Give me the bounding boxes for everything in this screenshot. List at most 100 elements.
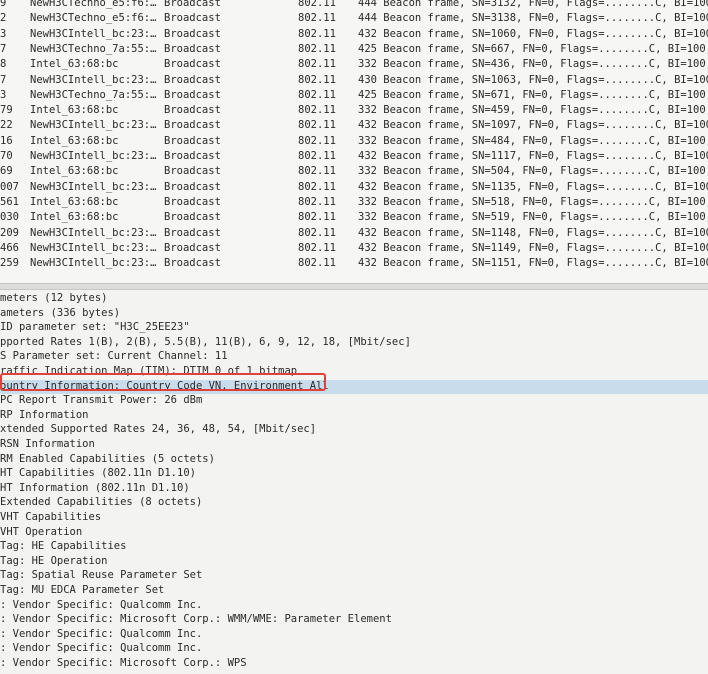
- detail-line[interactable]: RP Information: [0, 409, 89, 423]
- packet-row[interactable]: 466 NewH3CIntell_bc:23:… Broadcast 802.11 43…: [0, 241, 708, 256]
- packet-row[interactable]: 8 Intel_63:68:bc Broadcast 802.11 332 Beacon…: [0, 57, 708, 72]
- packet-source: NewH3CIntell_bc:23:…: [30, 226, 157, 239]
- packet-info: 332 Beacon frame, SN=519, FN=0, Flags=..…: [358, 211, 708, 224]
- detail-line[interactable]: : Vendor Specific: Qualcomm Inc.: [0, 628, 202, 642]
- packet-destination: Broadcast: [164, 119, 221, 132]
- packet-row[interactable]: 79 Intel_63:68:bc Broadcast 802.11 332 Beaco…: [0, 103, 708, 118]
- detail-line[interactable]: : Vendor Specific: Qualcomm Inc.: [0, 599, 202, 613]
- packet-destination: Broadcast: [164, 195, 221, 208]
- packet-protocol: 802.11: [298, 58, 336, 71]
- packet-info: 332 Beacon frame, SN=484, FN=0, Flags=..…: [358, 134, 708, 147]
- detail-line[interactable]: Tag: MU EDCA Parameter Set: [0, 584, 164, 598]
- packet-info: 432 Beacon frame, SN=1060, FN=0, Flags=.…: [358, 27, 708, 40]
- packet-protocol: 802.11: [298, 12, 336, 25]
- detail-line[interactable]: VHT Operation: [0, 526, 82, 540]
- packet-number: 3: [0, 88, 7, 101]
- packet-number: 209: [0, 226, 19, 239]
- packet-info: 432 Beacon frame, SN=1135, FN=0, Flags=.…: [358, 180, 708, 193]
- packet-info: 425 Beacon frame, SN=671, FN=0, Flags=..…: [358, 88, 708, 101]
- packet-destination: Broadcast: [164, 226, 221, 239]
- packet-source: NewH3CIntell_bc:23:…: [30, 119, 157, 132]
- packet-row[interactable]: 7 NewH3CIntell_bc:23:… Broadcast 802.11 430 …: [0, 73, 708, 88]
- packet-info: 332 Beacon frame, SN=518, FN=0, Flags=..…: [358, 195, 708, 208]
- packet-info: 332 Beacon frame, SN=459, FN=0, Flags=..…: [358, 104, 708, 117]
- packet-destination: Broadcast: [164, 12, 221, 25]
- detail-line[interactable]: VHT Capabilities: [0, 511, 101, 525]
- packet-row[interactable]: 209 NewH3CIntell_bc:23:… Broadcast 802.11 43…: [0, 226, 708, 241]
- packet-row[interactable]: 030 Intel_63:68:bc Broadcast 802.11 332 Beac…: [0, 210, 708, 225]
- packet-info: 332 Beacon frame, SN=436, FN=0, Flags=..…: [358, 58, 708, 71]
- packet-destination: Broadcast: [164, 42, 221, 55]
- packet-row[interactable]: 3 NewH3CTechno_7a:55:… Broadcast 802.11 425 …: [0, 88, 708, 103]
- detail-line[interactable]: ameters (336 bytes): [0, 307, 120, 321]
- packet-protocol: 802.11: [298, 211, 336, 224]
- detail-line[interactable]: Tag: Spatial Reuse Parameter Set: [0, 569, 202, 583]
- packet-row[interactable]: 3 NewH3CIntell_bc:23:… Broadcast 802.11 432 …: [0, 27, 708, 42]
- packet-protocol: 802.11: [298, 165, 336, 178]
- packet-number: 16: [0, 134, 13, 147]
- detail-line[interactable]: : Vendor Specific: Microsoft Corp.: WMM/…: [0, 613, 392, 627]
- detail-line[interactable]: Tag: HE Capabilities: [0, 540, 126, 554]
- packet-protocol: 802.11: [298, 180, 336, 193]
- detail-line[interactable]: ID parameter set: "H3C_25EE23": [0, 321, 190, 335]
- packet-source: Intel_63:68:bc: [30, 165, 119, 178]
- packet-source: Intel_63:68:bc: [30, 104, 119, 117]
- packet-info: 432 Beacon frame, SN=1148, FN=0, Flags=.…: [358, 226, 708, 239]
- packet-source: NewH3CTechno_e5:f6:…: [30, 0, 157, 9]
- detail-line[interactable]: xtended Supported Rates 24, 36, 48, 54, …: [0, 423, 316, 437]
- pane-divider[interactable]: [0, 283, 708, 290]
- packet-destination: Broadcast: [164, 58, 221, 71]
- packet-row[interactable]: 2 NewH3CTechno_e5:f6:… Broadcast 802.11 444 …: [0, 11, 708, 26]
- packet-source: Intel_63:68:bc: [30, 211, 119, 224]
- red-highlight-box: [0, 373, 326, 391]
- packet-protocol: 802.11: [298, 241, 336, 254]
- packet-row[interactable]: 70 NewH3CIntell_bc:23:… Broadcast 802.11 432…: [0, 149, 708, 164]
- detail-line[interactable]: PC Report Transmit Power: 26 dBm: [0, 394, 202, 408]
- packet-destination: Broadcast: [164, 150, 221, 162]
- packet-protocol: 802.11: [298, 195, 336, 208]
- detail-line[interactable]: HT Capabilities (802.11n D1.10): [0, 467, 196, 481]
- packet-number: 70: [0, 150, 13, 162]
- packet-list[interactable]: 9 NewH3CTechno_e5:f6:… Broadcast 802.11 444 …: [0, 0, 708, 282]
- packet-source: NewH3CIntell_bc:23:…: [30, 257, 157, 270]
- packet-row[interactable]: 561 Intel_63:68:bc Broadcast 802.11 332 Beac…: [0, 195, 708, 210]
- packet-source: NewH3CIntell_bc:23:…: [30, 241, 157, 254]
- detail-line[interactable]: : Vendor Specific: Microsoft Corp.: WPS: [0, 657, 247, 671]
- packet-info: 332 Beacon frame, SN=504, FN=0, Flags=..…: [358, 165, 708, 178]
- packet-protocol: 802.11: [298, 119, 336, 132]
- detail-line[interactable]: : Vendor Specific: Qualcomm Inc.: [0, 642, 202, 656]
- detail-line[interactable]: RM Enabled Capabilities (5 octets): [0, 453, 215, 467]
- detail-line[interactable]: Extended Capabilities (8 octets): [0, 496, 202, 510]
- detail-line[interactable]: meters (12 bytes): [0, 292, 107, 306]
- packet-row[interactable]: 22 NewH3CIntell_bc:23:… Broadcast 802.11 432…: [0, 118, 708, 133]
- packet-source: NewH3CTechno_e5:f6:…: [30, 12, 157, 25]
- packet-row[interactable]: 259 NewH3CIntell_bc:23:… Broadcast 802.11 43…: [0, 256, 708, 271]
- packet-info: 432 Beacon frame, SN=1149, FN=0, Flags=.…: [358, 241, 708, 254]
- packet-row[interactable]: 9 NewH3CTechno_e5:f6:… Broadcast 802.11 444 …: [0, 0, 708, 11]
- packet-destination: Broadcast: [164, 104, 221, 117]
- packet-destination: Broadcast: [164, 0, 221, 9]
- detail-line[interactable]: pported Rates 1(B), 2(B), 5.5(B), 11(B),…: [0, 336, 411, 350]
- packet-destination: Broadcast: [164, 27, 221, 40]
- packet-details[interactable]: meters (12 bytes) ameters (336 bytes) ID p…: [0, 290, 708, 674]
- packet-info: 432 Beacon frame, SN=1151, FN=0, Flags=.…: [358, 257, 708, 270]
- packet-protocol: 802.11: [298, 42, 336, 55]
- packet-source: NewH3CIntell_bc:23:…: [30, 27, 157, 40]
- packet-source: NewH3CTechno_7a:55:…: [30, 42, 157, 55]
- detail-line[interactable]: HT Information (802.11n D1.10): [0, 482, 190, 496]
- packet-destination: Broadcast: [164, 241, 221, 254]
- packet-row[interactable]: 7 NewH3CTechno_7a:55:… Broadcast 802.11 425 …: [0, 42, 708, 57]
- detail-line[interactable]: RSN Information: [0, 438, 95, 452]
- packet-number: 8: [0, 58, 7, 71]
- packet-number: 007: [0, 180, 19, 193]
- detail-line[interactable]: S Parameter set: Current Channel: 11: [0, 350, 228, 364]
- packet-source: Intel_63:68:bc: [30, 134, 119, 147]
- packet-row[interactable]: 69 Intel_63:68:bc Broadcast 802.11 332 Beaco…: [0, 164, 708, 179]
- packet-row[interactable]: 16 Intel_63:68:bc Broadcast 802.11 332 Beaco…: [0, 134, 708, 149]
- packet-row[interactable]: 007 NewH3CIntell_bc:23:… Broadcast 802.11 43…: [0, 180, 708, 195]
- packet-info: 432 Beacon frame, SN=1097, FN=0, Flags=.…: [358, 119, 708, 132]
- packet-protocol: 802.11: [298, 88, 336, 101]
- detail-line[interactable]: Tag: HE Operation: [0, 555, 107, 569]
- packet-destination: Broadcast: [164, 211, 221, 224]
- packet-info: 444 Beacon frame, SN=3132, FN=0, Flags=.…: [358, 0, 708, 9]
